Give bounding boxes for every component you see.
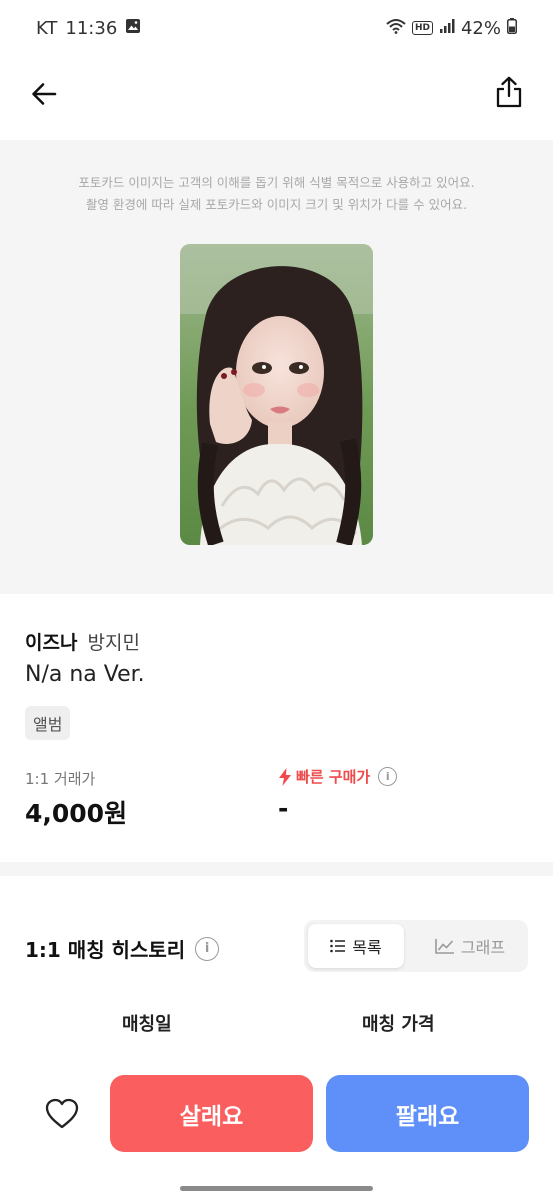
column-matching-price: 매칭 가격	[362, 1014, 435, 1035]
artist-line: 이즈나 방지민	[25, 628, 140, 655]
image-notice: 포토카드 이미지는 고객의 이해를 돕기 위해 식별 목적으로 사용하고 있어요…	[0, 172, 553, 216]
battery-icon	[507, 17, 517, 39]
back-button[interactable]	[24, 74, 64, 114]
share-button[interactable]	[489, 72, 529, 112]
product-info: 이즈나 방지민 N/a na Ver. 앨범 1:1 거래가 4,000원 빠른…	[0, 594, 553, 862]
fast-buy-label: 빠른 구매가 i	[278, 766, 398, 787]
photocard-portrait-illustration	[180, 244, 373, 545]
photocard-image-area: 포토카드 이미지는 고객의 이해를 돕기 위해 식별 목적으로 사용하고 있어요…	[0, 140, 553, 594]
sell-button[interactable]: 팔래요	[326, 1075, 529, 1152]
member-name: 방지민	[87, 632, 140, 654]
fast-buy-info-icon[interactable]: i	[378, 767, 398, 786]
trade-price-value: 4,000원	[25, 799, 128, 828]
notice-line-2: 촬영 환경에 따라 실제 포토카드와 이미지 크기 및 위치가 다를 수 있어요…	[85, 197, 468, 212]
tab-list[interactable]: 목록	[308, 924, 404, 968]
gallery-notification-icon	[125, 18, 141, 39]
battery-percent: 42%	[460, 17, 501, 39]
fast-buy-value: -	[278, 794, 289, 823]
column-matching-date: 매칭일	[122, 1014, 172, 1035]
history-title: 1:1 매칭 히스토리 i	[25, 934, 220, 963]
lightning-icon	[279, 767, 291, 786]
history-title-text: 1:1 매칭 히스토리	[25, 938, 186, 962]
status-left: KT 11:36	[36, 18, 141, 39]
bottom-action-bar: 살래요 팔래요	[0, 1054, 553, 1200]
artist-name[interactable]: 이즈나	[25, 632, 77, 654]
status-right: HD 42%	[386, 17, 517, 39]
clock: 11:36	[65, 17, 118, 39]
buy-button[interactable]: 살래요	[110, 1075, 313, 1152]
top-bar	[0, 56, 553, 140]
matching-history: 1:1 매칭 히스토리 i 목록 그래프 매칭일 매칭 가격	[0, 876, 553, 1076]
home-indicator[interactable]	[180, 1186, 373, 1191]
line-chart-icon	[435, 939, 454, 954]
section-divider	[0, 862, 553, 876]
signal-icon	[439, 18, 455, 39]
view-toggle: 목록 그래프	[304, 920, 528, 972]
share-icon	[496, 76, 522, 108]
heart-icon	[45, 1098, 79, 1129]
history-info-icon[interactable]: i	[195, 936, 220, 961]
card-version: N/a na Ver.	[25, 662, 145, 687]
notice-line-1: 포토카드 이미지는 고객의 이해를 돕기 위해 식별 목적으로 사용하고 있어요…	[78, 175, 475, 190]
tab-list-label: 목록	[352, 938, 382, 957]
category-tag: 앨범	[25, 706, 71, 740]
photocard-image[interactable]	[180, 244, 373, 545]
hd-voice-badge: HD	[411, 21, 433, 35]
fast-buy-label-text: 빠른 구매가	[296, 768, 371, 786]
arrow-left-icon	[32, 83, 57, 105]
carrier-label: KT	[36, 17, 58, 39]
wishlist-button[interactable]	[40, 1092, 84, 1136]
tab-graph-label: 그래프	[460, 938, 506, 957]
status-bar: KT 11:36 HD 42%	[0, 0, 553, 56]
tab-graph[interactable]: 그래프	[418, 924, 522, 968]
trade-price-label: 1:1 거래가	[25, 770, 96, 788]
list-icon	[330, 939, 346, 953]
wifi-icon	[386, 18, 406, 39]
